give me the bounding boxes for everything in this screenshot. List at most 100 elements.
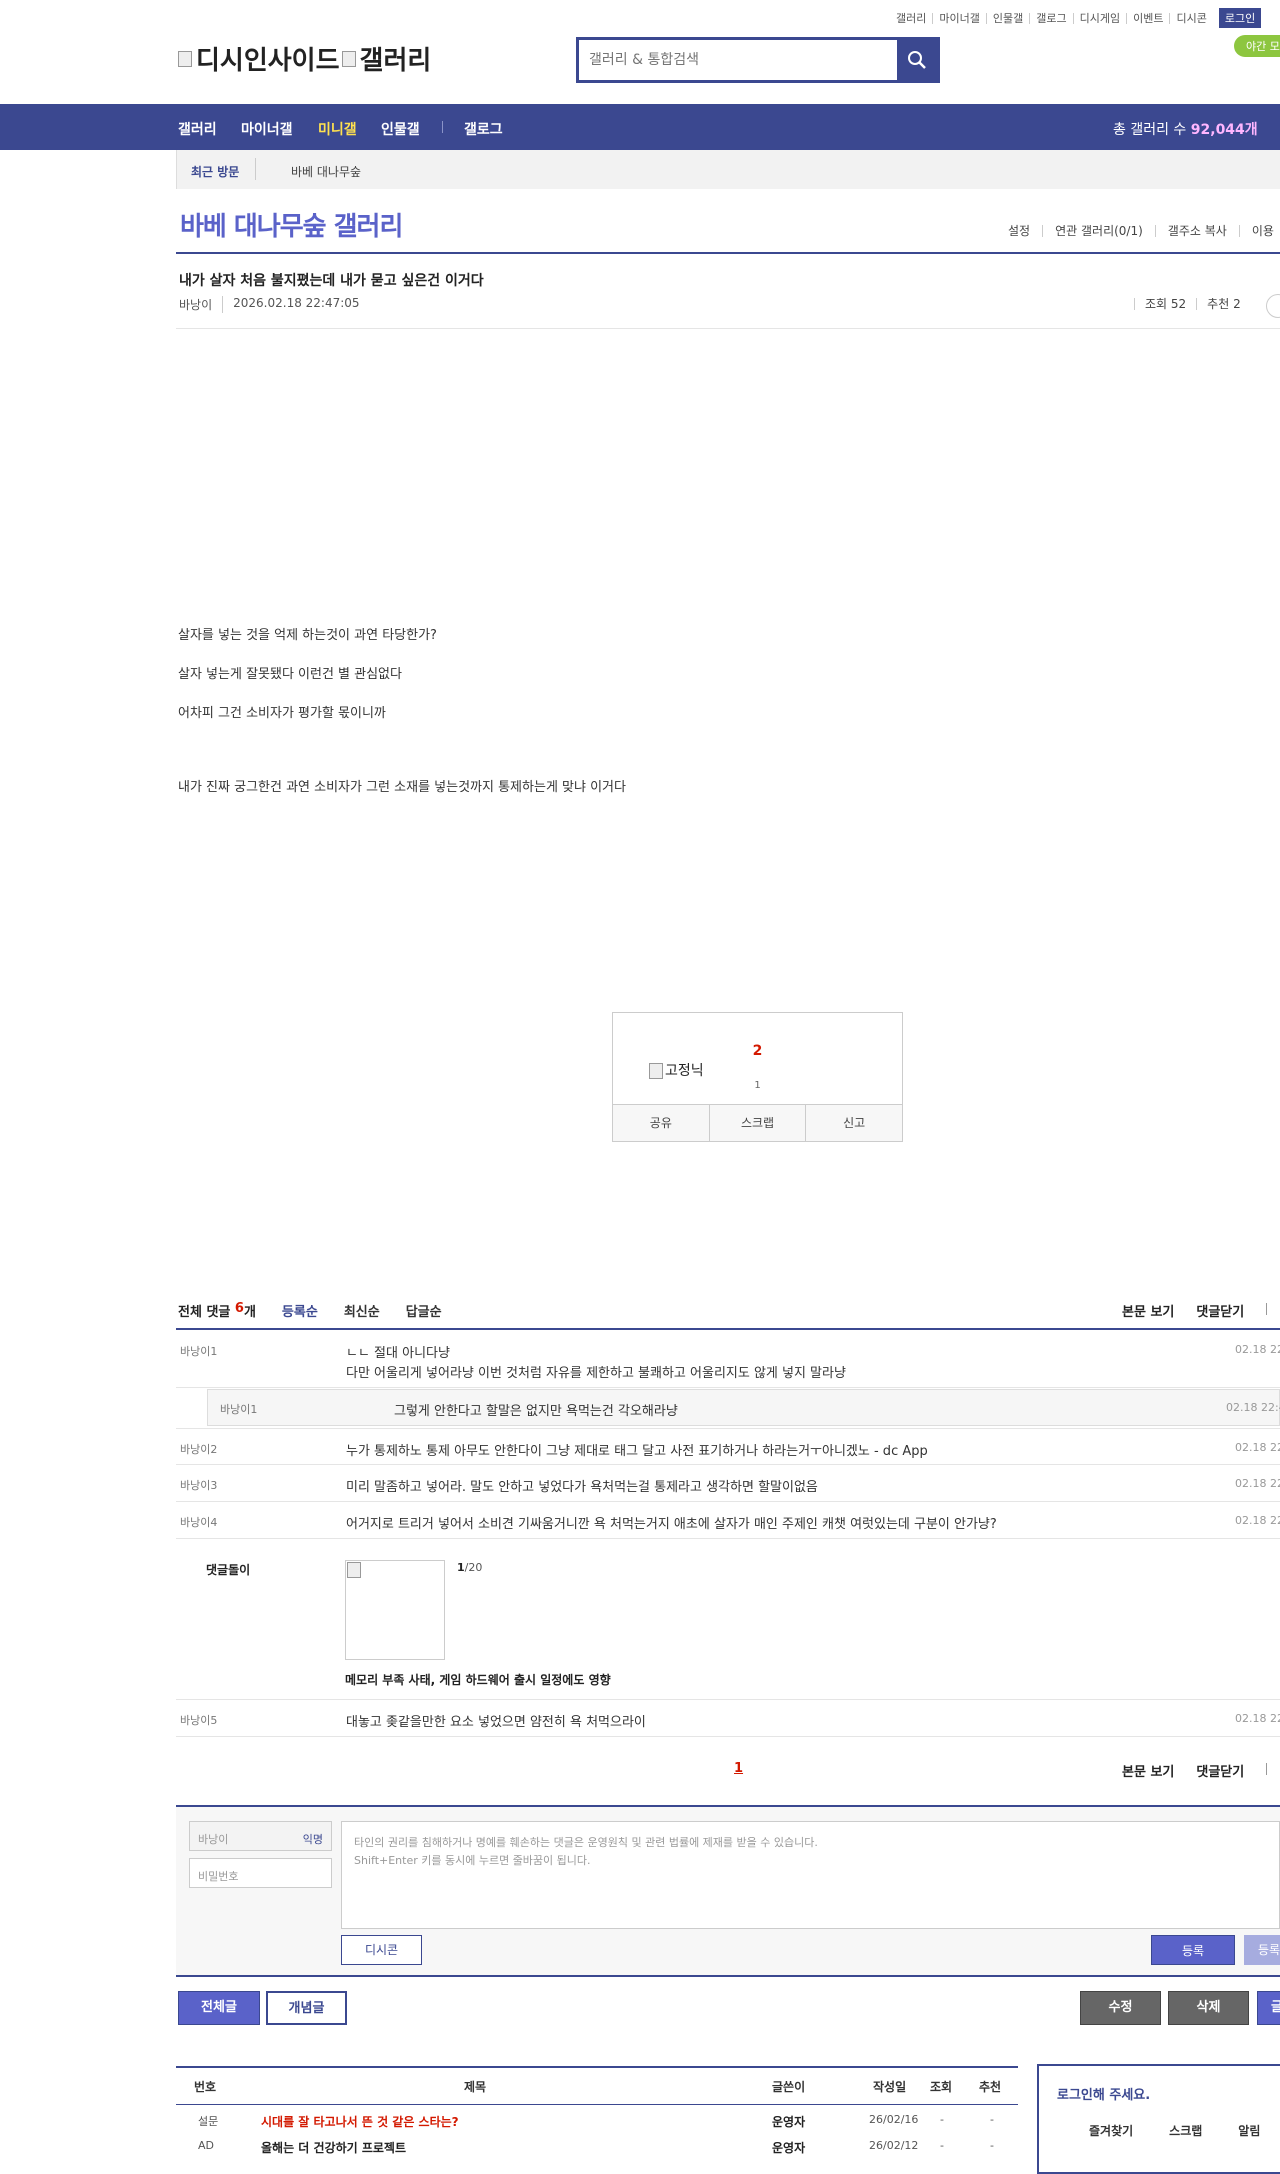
- divider: [1266, 1763, 1268, 1775]
- post-recommend-count: 추천 2: [1196, 298, 1251, 310]
- comment-total-label: 전체 댓글: [178, 1305, 231, 1320]
- comment-item: 바낭이1 ㄴㄴ 절대 아니다냥 다만 어울리게 넣어라냥 이번 것처럼 자유를 …: [176, 1330, 1280, 1388]
- nav-person-gallery[interactable]: 인물갤: [381, 119, 420, 139]
- post-date: 2026.02.18 22:47:05: [222, 296, 369, 313]
- concept-posts-button[interactable]: 개념글: [266, 1991, 347, 2025]
- comment-nick[interactable]: 바낭이4: [180, 1514, 217, 1530]
- search-input[interactable]: [579, 40, 899, 80]
- view-body-link[interactable]: 본문 보기: [1122, 1761, 1174, 1780]
- fixed-nick-alt: 고정닉: [665, 1063, 704, 1079]
- fixed-nick-recommend-button[interactable]: 고정닉: [649, 1060, 704, 1080]
- login-prompt[interactable]: 로그인해 주세요.: [1057, 2084, 1150, 2103]
- comment-date: 02.18 22: [1235, 1477, 1280, 1490]
- nav-mini-gallery[interactable]: 미니갤: [318, 119, 357, 139]
- recent-item[interactable]: 바베 대나무숲: [291, 163, 361, 180]
- recent-label[interactable]: 최근 방문: [191, 163, 239, 180]
- nickname-input[interactable]: 바낭이 익명: [189, 1821, 332, 1851]
- nav-divider: [442, 121, 443, 133]
- comment-header: 전체 댓글 6개 등록순 최신순 답글순: [178, 1301, 442, 1320]
- scrap-button[interactable]: 스크랩: [708, 1105, 806, 1141]
- more-options-icon[interactable]: [1266, 294, 1280, 318]
- close-comments-link[interactable]: 댓글닫기: [1196, 1761, 1244, 1780]
- row-title[interactable]: 시대를 잘 타고나서 뜬 것 같은 스타는?: [261, 2113, 459, 2130]
- comment-date: 02.18 22: [1235, 1712, 1280, 1725]
- gallery-title[interactable]: 바베 대나무숲 갤러리: [180, 206, 403, 243]
- gallery-settings-link[interactable]: 설정: [1008, 225, 1042, 237]
- delete-button[interactable]: 삭제: [1168, 1991, 1249, 2025]
- divider: [176, 2104, 1018, 2105]
- col-title: 제목: [464, 2080, 487, 2094]
- row-date: 26/02/12: [869, 2139, 919, 2152]
- comment-textarea[interactable]: 타인의 권리를 침해하거나 명예를 훼손하는 댓글은 운영원칙 및 관련 법률에…: [341, 1821, 1280, 1929]
- textarea-notice: Shift+Enter 키를 동시에 누르면 줄바꿈이 됩니다.: [354, 1854, 591, 1867]
- divider: [255, 158, 256, 180]
- notification-link[interactable]: 알림: [1238, 2122, 1260, 2139]
- recommend-count: 2: [752, 1043, 763, 1059]
- comment-nick[interactable]: 바낭이3: [180, 1477, 217, 1493]
- sort-by-registered[interactable]: 등록순: [282, 1301, 318, 1320]
- comment-page-1[interactable]: 1: [734, 1761, 743, 1776]
- site-logo[interactable]: 디시인사이드 갤러리: [178, 40, 431, 77]
- sort-by-replies[interactable]: 답글순: [406, 1301, 442, 1320]
- usage-link[interactable]: 이용: [1238, 225, 1280, 237]
- post-action-buttons: 공유 스크랩 신고: [613, 1104, 902, 1141]
- close-comments-link[interactable]: 댓글닫기: [1196, 1301, 1244, 1320]
- related-gallery-link[interactable]: 연관 갤러리(0/1): [1042, 225, 1155, 237]
- table-row[interactable]: AD 올해는 더 건강하기 프로젝트 운영자 26/02/12 - -: [176, 2139, 1018, 2163]
- favorites-link[interactable]: 즐겨찾기: [1089, 2122, 1133, 2139]
- dccon-button[interactable]: 디시콘: [341, 1935, 422, 1965]
- util-link-minor[interactable]: 마이너갤: [932, 12, 985, 24]
- util-link-person[interactable]: 인물갤: [985, 12, 1029, 24]
- scrap-link[interactable]: 스크랩: [1169, 2122, 1202, 2139]
- report-button[interactable]: 신고: [805, 1105, 902, 1141]
- row-writer[interactable]: 운영자: [772, 2113, 805, 2130]
- edit-button[interactable]: 수정: [1080, 1991, 1161, 2025]
- comment-nick[interactable]: 바낭이1: [180, 1343, 217, 1359]
- divider: [176, 2066, 1018, 2068]
- comment-nick[interactable]: 바낭이5: [180, 1712, 217, 1728]
- post-title: 내가 살자 처음 불지폈는데 내가 묻고 싶은건 이거다: [179, 273, 484, 289]
- row-writer[interactable]: 운영자: [772, 2139, 805, 2156]
- comment-count-unit: 개: [243, 1305, 256, 1320]
- bot-pager: 1/20: [457, 1561, 482, 1574]
- search-button[interactable]: [897, 40, 937, 80]
- bot-news-thumbnail[interactable]: [345, 1560, 445, 1660]
- broken-image-icon: [347, 1562, 361, 1578]
- util-link-event[interactable]: 이벤트: [1126, 12, 1169, 24]
- row-title[interactable]: 올해는 더 건강하기 프로젝트: [261, 2139, 406, 2156]
- bot-nick: 댓글돌이: [206, 1563, 251, 1577]
- row-number: 설문: [198, 2115, 219, 2128]
- comment-nick[interactable]: 바낭이2: [180, 1441, 217, 1457]
- nav-gallery[interactable]: 갤러리: [178, 119, 217, 139]
- util-link-gallery[interactable]: 갤러리: [890, 13, 932, 24]
- table-row[interactable]: 설문 시대를 잘 타고나서 뜬 것 같은 스타는? 운영자 26/02/16 -…: [176, 2113, 1018, 2137]
- password-input[interactable]: 비밀번호: [189, 1858, 332, 1888]
- reply-nick[interactable]: 바낭이1: [220, 1401, 257, 1417]
- sort-by-latest[interactable]: 최신순: [344, 1301, 380, 1320]
- logo-text-dcinside: 디시인사이드: [196, 46, 340, 76]
- comment-text: 대놓고 좆같을만한 요소 넣었으면 얌전히 욕 처먹으라이: [346, 1715, 646, 1730]
- register-with-recommend-button[interactable]: 등록: [1244, 1935, 1280, 1965]
- bot-headline[interactable]: 메모리 부족 사태, 게임 하드웨어 출시 일정에도 영향: [345, 1671, 611, 1688]
- all-posts-button[interactable]: 전체글: [178, 1991, 260, 2025]
- share-button[interactable]: 공유: [613, 1105, 709, 1141]
- write-button[interactable]: 글: [1257, 1991, 1280, 2025]
- copy-address-link[interactable]: 갤주소 복사: [1154, 225, 1239, 237]
- comment-item: 바낭이5 대놓고 좆같을만한 요소 넣었으면 얌전히 욕 처먹으라이 02.18…: [176, 1700, 1280, 1737]
- row-number: AD: [198, 2139, 214, 2152]
- post-list-header: 번호 제목 글쓴이 작성일 조회 추천: [176, 2078, 1018, 2098]
- night-mode-button[interactable]: 야간 모: [1234, 35, 1280, 57]
- post-body-line: 살자를 넣는 것을 억제 하는것이 과연 타당한가?: [178, 628, 437, 643]
- nav-gallog[interactable]: 갤로그: [464, 119, 503, 139]
- login-button[interactable]: 로그인: [1218, 8, 1262, 28]
- util-link-game[interactable]: 디시게임: [1072, 12, 1126, 24]
- nav-minor-gallery[interactable]: 마이너갤: [241, 119, 293, 139]
- divider: [176, 252, 1280, 254]
- util-link-gallog[interactable]: 갤로그: [1029, 12, 1072, 24]
- col-views: 조회: [930, 2080, 953, 2094]
- view-body-link[interactable]: 본문 보기: [1122, 1301, 1174, 1320]
- register-button[interactable]: 등록: [1151, 1935, 1235, 1965]
- bot-page-current: 1: [457, 1561, 465, 1574]
- post-author[interactable]: 바낭이: [179, 296, 222, 313]
- util-link-dccon[interactable]: 디시콘: [1169, 12, 1212, 24]
